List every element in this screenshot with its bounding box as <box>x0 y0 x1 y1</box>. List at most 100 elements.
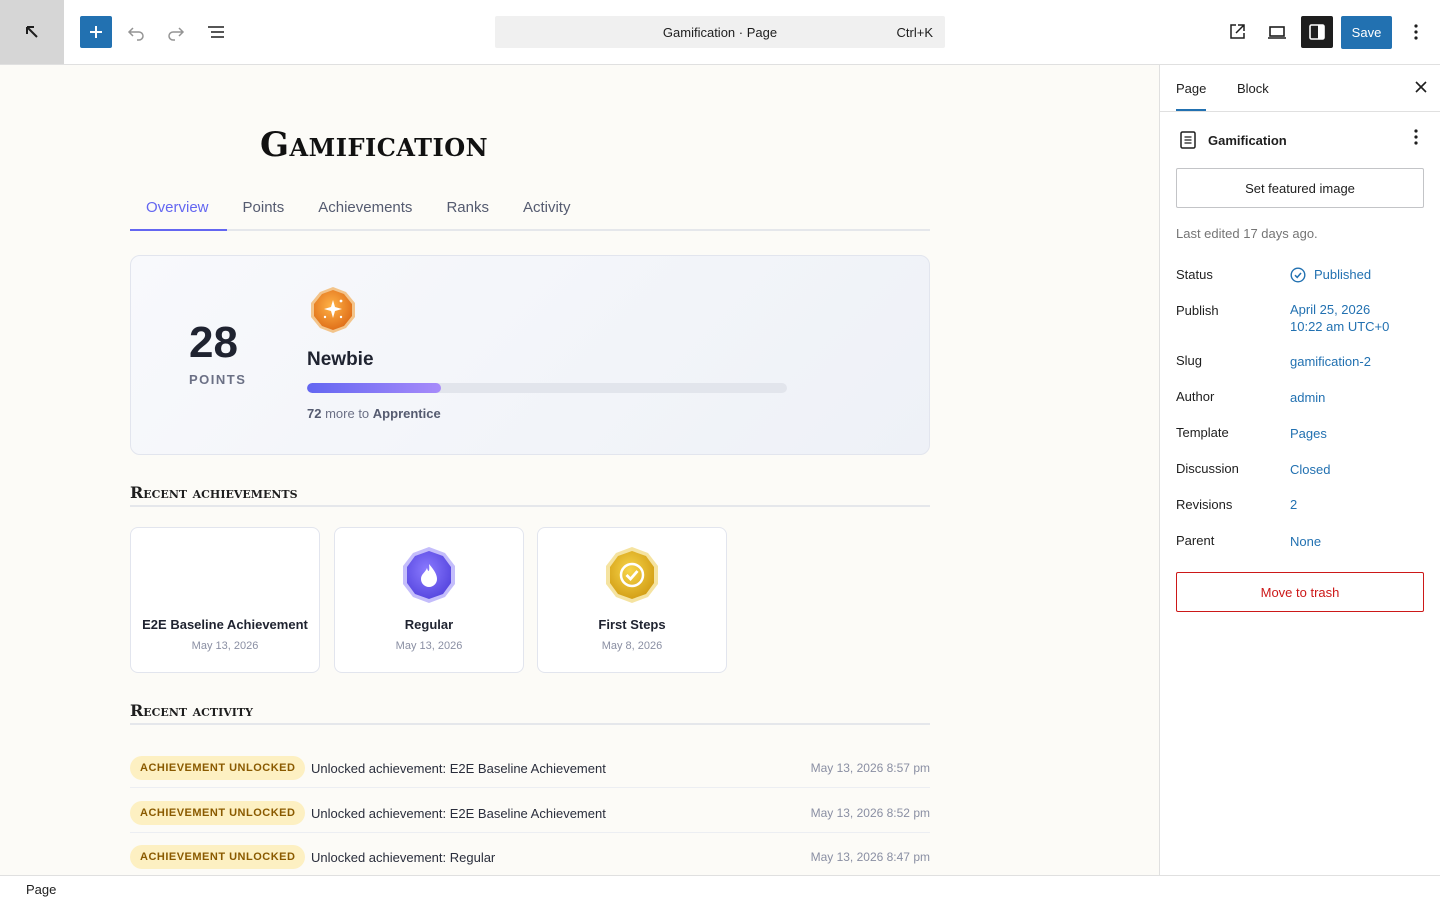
activity-tag: ACHIEVEMENT UNLOCKED <box>130 801 306 825</box>
device-preview-button[interactable] <box>1261 16 1293 48</box>
list-view-icon <box>208 26 224 38</box>
slug-label: Slug <box>1176 353 1203 368</box>
last-edited-text: Last edited 17 days ago. <box>1176 226 1318 241</box>
document-actions-button[interactable] <box>1414 129 1418 150</box>
plus-icon <box>90 26 102 38</box>
vertical-ellipsis-icon <box>1414 129 1418 145</box>
undo-icon <box>127 27 144 41</box>
document-icon <box>1180 131 1196 149</box>
achievement-date: May 8, 2026 <box>601 640 663 652</box>
next-rank-text: 72 more to Apprentice <box>307 406 441 421</box>
rank-badge-icon <box>311 287 355 333</box>
template-label: Template <box>1176 425 1229 440</box>
revisions-value[interactable]: 2 <box>1290 496 1297 513</box>
achievement-name: E2E Baseline Achievement <box>142 617 308 632</box>
parent-value[interactable]: None <box>1290 533 1321 550</box>
command-title: Gamification · Page <box>662 24 778 40</box>
discussion-value[interactable]: Closed <box>1290 461 1330 478</box>
achievement-name: First Steps <box>598 617 666 632</box>
tab-activity[interactable]: Activity <box>507 185 589 231</box>
activity-text: Unlocked achievement: E2E Baseline Achie… <box>311 806 606 821</box>
activity-time: May 13, 2026 8:47 pm <box>810 850 930 864</box>
tab-overview[interactable]: Overview <box>130 185 227 231</box>
points-summary-card: 28 POINTS Newbie 72 more to Apprentice <box>130 255 930 455</box>
settings-toggle-button[interactable] <box>1301 16 1333 48</box>
close-icon <box>1415 81 1427 93</box>
more-to-text: more to <box>325 406 370 421</box>
tab-block[interactable]: Block <box>1237 81 1269 96</box>
template-value[interactable]: Pages <box>1290 425 1327 442</box>
achievement-card[interactable]: Regular May 13, 2026 <box>334 527 524 673</box>
publish-time: 10:22 am UTC+0 <box>1290 319 1390 334</box>
rank-progress-bar <box>307 383 787 393</box>
points-value: 28 <box>189 318 238 367</box>
command-palette-bar[interactable]: Gamification · Page Ctrl+K <box>495 16 945 48</box>
arrow-up-left-icon <box>26 26 38 38</box>
editor-canvas: Gamification Overview Points Achievement… <box>0 65 1159 875</box>
activity-text: Unlocked achievement: Regular <box>311 850 496 865</box>
page-title[interactable]: Gamification <box>260 125 488 165</box>
slug-value[interactable]: gamification-2 <box>1290 353 1371 370</box>
editor-header: Gamification · Page Ctrl+K Save <box>0 0 1440 65</box>
activity-text: Unlocked achievement: E2E Baseline Achie… <box>311 761 606 776</box>
publish-date-button[interactable]: April 25, 2026 10:22 am UTC+0 <box>1290 301 1389 335</box>
author-value[interactable]: admin <box>1290 389 1325 406</box>
status-value: Published <box>1314 267 1372 282</box>
options-menu-button[interactable] <box>1400 16 1432 48</box>
sidebar-tabs: Page Block <box>1160 65 1440 112</box>
next-rank-name: Apprentice <box>372 406 441 421</box>
back-button[interactable] <box>0 0 64 64</box>
achievement-date: May 13, 2026 <box>395 640 463 652</box>
activity-row: ACHIEVEMENT UNLOCKED Unlocked achievemen… <box>130 789 930 833</box>
achievement-name: Regular <box>404 617 454 632</box>
redo-icon <box>168 27 185 41</box>
achievement-card[interactable]: E2E Baseline Achievement May 13, 2026 <box>130 527 320 673</box>
tab-achievements[interactable]: Achievements <box>302 185 430 231</box>
document-title: Gamification <box>1208 133 1287 148</box>
settings-sidebar: Page Block Gamification Set featured ima… <box>1159 65 1440 875</box>
points-remaining: 72 <box>307 406 322 421</box>
status-value-button[interactable]: Published <box>1290 266 1371 283</box>
tab-page[interactable]: Page <box>1176 81 1207 111</box>
published-check-icon <box>1290 266 1306 283</box>
discussion-label: Discussion <box>1176 461 1239 476</box>
rank-progress-fill <box>307 383 442 393</box>
achievement-card[interactable]: First Steps May 8, 2026 <box>537 527 727 673</box>
points-label: POINTS <box>189 372 247 387</box>
activity-row: ACHIEVEMENT UNLOCKED Unlocked achievemen… <box>130 833 930 875</box>
external-link-icon <box>1230 24 1245 39</box>
desktop-icon <box>1268 26 1286 39</box>
tab-points[interactable]: Points <box>227 185 303 231</box>
view-page-button[interactable] <box>1221 16 1253 48</box>
author-label: Author <box>1176 389 1215 404</box>
achievement-date: May 13, 2026 <box>191 640 259 652</box>
tab-ranks[interactable]: Ranks <box>430 185 507 231</box>
check-badge-icon <box>606 547 658 603</box>
parent-label: Parent <box>1176 533 1215 548</box>
breadcrumb-page[interactable]: Page <box>26 882 56 897</box>
revisions-label: Revisions <box>1176 497 1233 512</box>
undo-button[interactable] <box>120 16 152 48</box>
recent-achievements-heading: Recent achievements <box>130 483 930 507</box>
add-block-button[interactable] <box>80 16 112 48</box>
gamification-tabs: Overview Points Achievements Ranks Activ… <box>130 185 930 231</box>
status-label: Status <box>1176 267 1213 282</box>
activity-time: May 13, 2026 8:52 pm <box>810 806 930 820</box>
document-overview-button[interactable] <box>200 16 232 48</box>
redo-button[interactable] <box>160 16 192 48</box>
move-to-trash-button[interactable]: Move to trash <box>1176 572 1424 612</box>
publish-label: Publish <box>1176 303 1219 318</box>
save-button[interactable]: Save <box>1341 16 1392 49</box>
rank-name: Newbie <box>307 349 374 370</box>
publish-date: April 25, 2026 <box>1290 302 1371 317</box>
shortcut-hint: Ctrl+K <box>896 25 933 40</box>
sidebar-icon <box>1309 24 1325 40</box>
activity-row: ACHIEVEMENT UNLOCKED Unlocked achievemen… <box>130 744 930 788</box>
set-featured-image-button[interactable]: Set featured image <box>1176 168 1424 208</box>
activity-tag: ACHIEVEMENT UNLOCKED <box>130 756 306 780</box>
vertical-ellipsis-icon <box>1414 24 1418 40</box>
block-breadcrumb-bar: Page <box>0 875 1440 900</box>
activity-time: May 13, 2026 8:57 pm <box>810 761 930 775</box>
close-sidebar-button[interactable] <box>1415 77 1427 98</box>
recent-activity-heading: Recent activity <box>130 701 930 725</box>
